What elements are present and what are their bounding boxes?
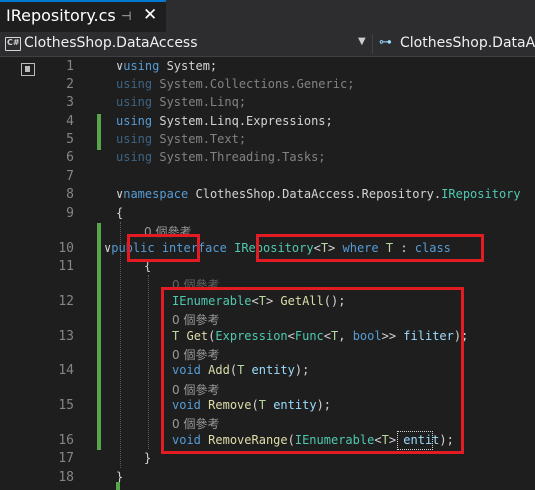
indent-guide: [148, 275, 149, 449]
line-number: 9: [66, 206, 74, 221]
indent-guide: [120, 222, 121, 468]
change-marker: [116, 482, 120, 490]
tab-irepository[interactable]: IRepository.cs ⊣ ✕: [0, 0, 166, 32]
namespace-dropdown[interactable]: ClothesShop.DataA: [400, 35, 535, 51]
change-marker: [97, 223, 101, 450]
change-marker: [97, 114, 101, 150]
code-line: ∨namespace ClothesShop.DataAccess.Reposi…: [116, 187, 521, 201]
code-line: using System.Threading.Tasks;: [116, 150, 326, 164]
rename-selection[interactable]: [397, 431, 433, 450]
line-number: 3: [66, 95, 74, 110]
line-number: 1: [66, 59, 74, 74]
code-line: using System.Linq.Expressions;: [116, 114, 333, 128]
line-number: 14: [58, 363, 74, 378]
project-dropdown[interactable]: ClothesShop.DataAccess: [24, 35, 198, 51]
highlight-box-members: [161, 287, 464, 454]
code-line: {: [116, 206, 124, 220]
line-number: 11: [58, 259, 74, 274]
highlight-box-signature: [256, 234, 484, 262]
tab-bar: IRepository.cs ⊣ ✕: [0, 0, 535, 32]
code-line: using System.Linq;: [116, 95, 247, 109]
highlight-box-public: [127, 234, 200, 262]
code-line: ∨using System;: [116, 59, 218, 73]
line-number: 13: [58, 329, 74, 344]
namespace-icon: ⊶: [379, 35, 392, 50]
navigation-bar: ClothesShop.DataAccess ▼ ⊶ ClothesShop.D…: [0, 32, 535, 57]
line-number: 5: [66, 132, 74, 147]
line-number: 17: [58, 451, 74, 466]
line-number: 16: [58, 433, 74, 448]
line-number: 10: [58, 241, 74, 256]
line-number: 12: [58, 294, 74, 309]
line-number: 6: [66, 150, 74, 165]
code-editor[interactable]: 1 2 3 4 5 6 7 8 9 10 11 12 13 14 15 16 1…: [0, 57, 535, 490]
code-line: using System.Collections.Generic;: [116, 77, 355, 91]
line-number: 15: [58, 398, 74, 413]
pin-icon[interactable]: ⊣: [121, 9, 131, 23]
chevron-down-icon[interactable]: ▼: [358, 36, 366, 47]
code-line: using System.Text;: [116, 132, 247, 146]
csharp-project-icon: [5, 37, 21, 51]
nav-separator: [372, 34, 373, 54]
tab-title: IRepository.cs: [6, 6, 116, 25]
bookmark-icon: [21, 63, 35, 76]
code-line: }: [144, 451, 152, 465]
close-icon[interactable]: ✕: [143, 5, 157, 25]
line-number: 8: [66, 187, 74, 202]
line-number: 2: [66, 77, 74, 92]
line-number: 18: [58, 470, 74, 485]
line-number: 4: [66, 114, 74, 129]
line-number: 7: [66, 169, 74, 184]
